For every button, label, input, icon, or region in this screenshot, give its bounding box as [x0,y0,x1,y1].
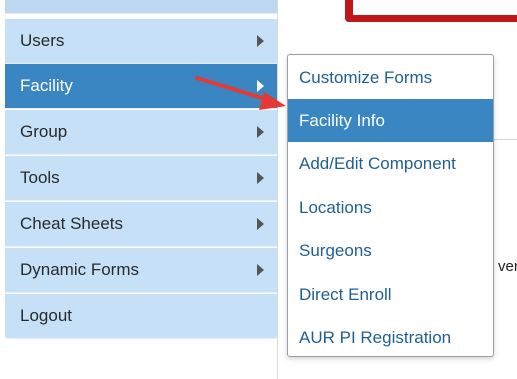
annotation-arrow-icon [195,76,286,110]
